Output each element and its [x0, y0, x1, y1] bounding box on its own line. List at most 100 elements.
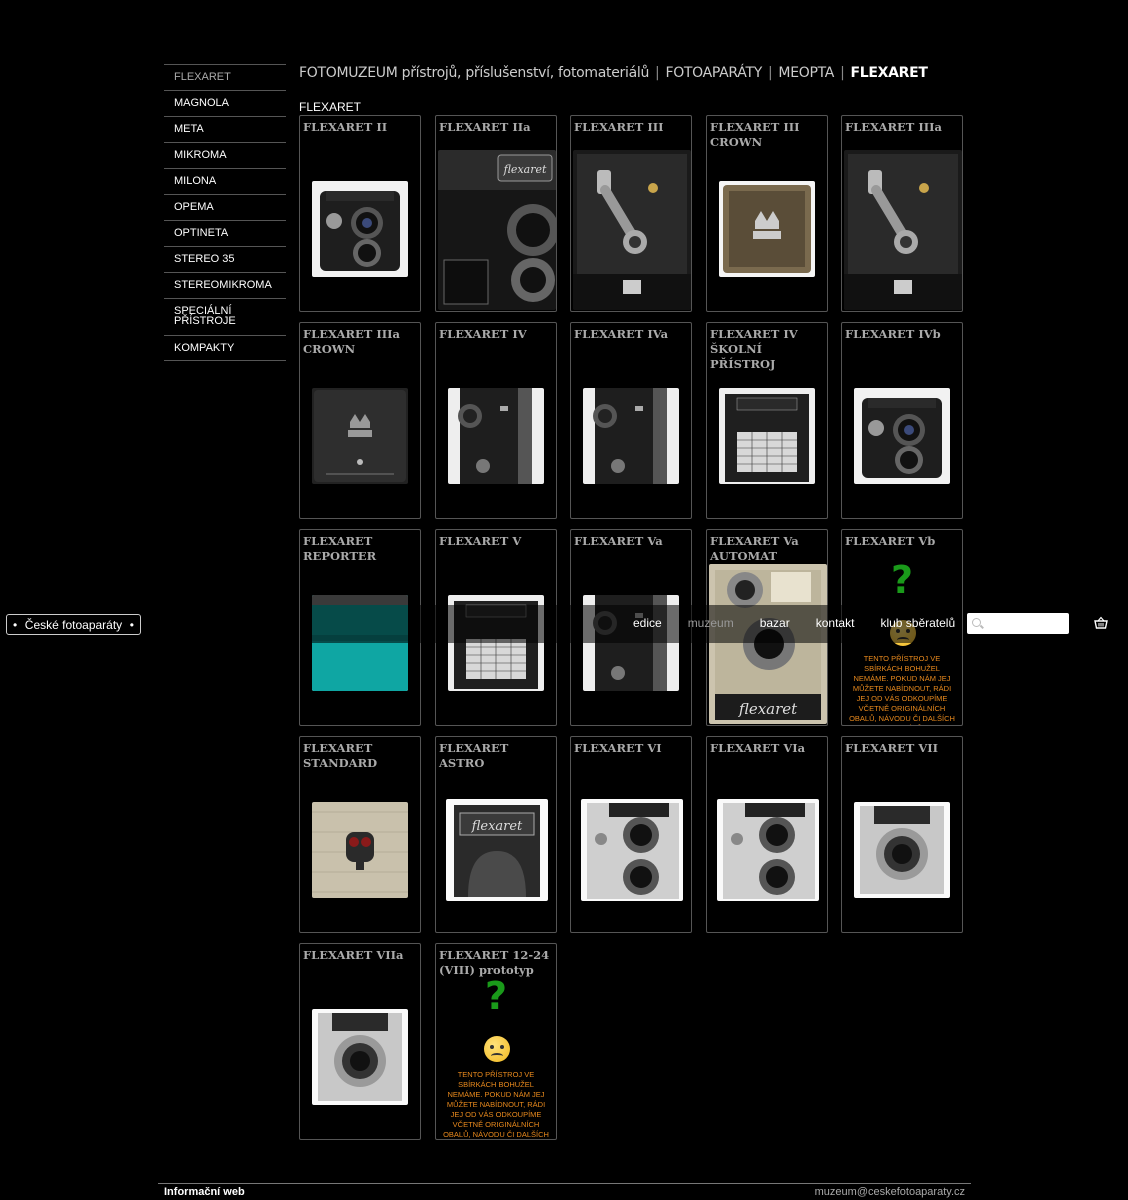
- breadcrumb: FOTOMUZEUM přístrojů, příslušenství, fot…: [299, 65, 928, 81]
- svg-text:flexaret: flexaret: [738, 700, 798, 718]
- sidebar-item-stereo35[interactable]: STEREO 35: [164, 246, 286, 272]
- camera-card-title: FLEXARET IVb: [845, 327, 941, 341]
- camera-card-title: FLEXARET Va: [574, 534, 663, 548]
- footer: Informační web muzeum@ceskefotoaparaty.c…: [158, 1183, 971, 1200]
- silver-lens-icon: [854, 802, 950, 898]
- svg-text:flexaret: flexaret: [471, 819, 523, 834]
- basket-icon[interactable]: [1094, 616, 1108, 630]
- crown-back-icon: [312, 388, 408, 484]
- camera-card[interactable]: FLEXARET IIIa CROWN: [299, 322, 421, 519]
- camera-card-title: FLEXARET III CROWN: [710, 120, 800, 149]
- camera-card[interactable]: FLEXARET VIa: [706, 736, 828, 933]
- question-mark-icon: ?: [890, 558, 914, 602]
- camera-card-title: FLEXARET REPORTER: [303, 534, 377, 563]
- side-knob-icon: [583, 388, 679, 484]
- crown-emblem-icon: [719, 181, 815, 277]
- side-knob-icon: [583, 595, 679, 691]
- breadcrumb-separator: |: [655, 65, 660, 81]
- camera-card[interactable]: FLEXARET V: [435, 529, 557, 726]
- breadcrumb-fotoaparaty[interactable]: FOTOAPARÁTY: [665, 65, 762, 81]
- camera-card-title: FLEXARET IIa: [439, 120, 531, 134]
- camera-card-title: FLEXARET VII: [845, 741, 939, 755]
- camera-card[interactable]: FLEXARET 12-24 (VIII) prototyp? TENTO PŘÍ…: [435, 943, 557, 1140]
- teal-box-icon: [312, 595, 408, 691]
- tlr-detail-icon: flexaret: [438, 150, 556, 310]
- camera-card[interactable]: FLEXARET STANDARD: [299, 736, 421, 933]
- bullet-icon: •: [13, 617, 18, 632]
- camera-card-title: FLEXARET VIIa: [303, 948, 404, 962]
- crank-side-icon: [844, 150, 962, 310]
- nav-link-klub-sberatelu[interactable]: klub sběratelů: [880, 616, 955, 630]
- camera-card[interactable]: FLEXARET III CROWN: [706, 115, 828, 312]
- breadcrumb-meopta[interactable]: MEOPTA: [778, 65, 834, 81]
- sidebar-item-specialni-pristroje[interactable]: SPECIÁLNÍ PŘÍSTROJE: [164, 298, 286, 335]
- camera-card[interactable]: FLEXARET IVb: [841, 322, 963, 519]
- camera-card[interactable]: FLEXARET IIIa: [841, 115, 963, 312]
- breadcrumb-root[interactable]: FOTOMUZEUM přístrojů, příslušenství, fot…: [299, 65, 649, 81]
- camera-card-title: FLEXARET STANDARD: [303, 741, 378, 770]
- side-knob-icon: [448, 388, 544, 484]
- camera-card[interactable]: FLEXARET IVa: [570, 322, 692, 519]
- crank-side-icon: [573, 150, 691, 310]
- sidebar-item-magnola[interactable]: MAGNOLA: [164, 90, 286, 116]
- camera-card-title: FLEXARET IV ŠKOLNÍ PŘÍSTROJ: [710, 327, 798, 371]
- camera-card-title: FLEXARET Va AUTOMAT: [710, 534, 799, 563]
- camera-card-title: FLEXARET IIIa CROWN: [303, 327, 400, 356]
- camera-card-title: FLEXARET IVa: [574, 327, 669, 341]
- camera-card[interactable]: FLEXARET IV ŠKOLNÍ PŘÍSTROJ: [706, 322, 828, 519]
- camera-card-title: FLEXARET Vb: [845, 534, 936, 548]
- camera-card[interactable]: FLEXARET IV: [435, 322, 557, 519]
- camera-card[interactable]: FLEXARET III: [570, 115, 692, 312]
- section-title: FLEXARET: [299, 100, 362, 114]
- sidebar-item-stereomikroma[interactable]: STEREOMIKROMA: [164, 272, 286, 298]
- question-mark-icon: ?: [484, 974, 508, 1018]
- nav-links: edice muzeum bazar kontakt klub sběratel…: [633, 616, 955, 630]
- sidebar-item-flexaret[interactable]: FLEXARET: [164, 64, 286, 90]
- silver-lens-icon: [312, 1009, 408, 1105]
- nav-link-bazar[interactable]: bazar: [760, 616, 790, 630]
- sidebar-item-meta[interactable]: META: [164, 116, 286, 142]
- sidebar-item-mikroma[interactable]: MIKROMA: [164, 142, 286, 168]
- search-input[interactable]: [985, 615, 1065, 632]
- sidebar-item-opema[interactable]: OPEMA: [164, 194, 286, 220]
- missing-notice: TENTO PŘÍSTROJ VE SBÍRKÁCH BOHUŽEL NEMÁM…: [849, 654, 955, 725]
- silver-tlr-icon: [581, 799, 683, 901]
- tlr-front-icon: [312, 181, 408, 277]
- camera-card-title: FLEXARET IV: [439, 327, 527, 341]
- camera-card-title: FLEXARET II: [303, 120, 388, 134]
- camera-card[interactable]: FLEXARET ASTRO flexaret: [435, 736, 557, 933]
- missing-notice: TENTO PŘÍSTROJ VE SBÍRKÁCH BOHUŽEL NEMÁM…: [443, 1070, 549, 1139]
- nav-link-edice[interactable]: edice: [633, 616, 662, 630]
- silver-plate-icon: [312, 802, 408, 898]
- hood-icon: flexaret: [446, 799, 548, 901]
- sidebar-item-optineta[interactable]: OPTINETA: [164, 220, 286, 246]
- svg-text:flexaret: flexaret: [503, 163, 547, 176]
- sidebar-item-kompakty[interactable]: KOMPAKTY: [164, 335, 286, 361]
- camera-card-title: FLEXARET III: [574, 120, 664, 134]
- breadcrumb-separator: |: [768, 65, 773, 81]
- brand-label: České fotoaparáty: [24, 617, 123, 632]
- camera-card-title: FLEXARET VIa: [710, 741, 806, 755]
- sidebar-item-milona[interactable]: MILONA: [164, 168, 286, 194]
- table-plate-icon: [448, 595, 544, 691]
- camera-card[interactable]: FLEXARET II: [299, 115, 421, 312]
- table-plate-icon: [719, 388, 815, 484]
- tlr-front-icon: [854, 388, 950, 484]
- search-icon: [972, 618, 981, 627]
- breadcrumb-current: FLEXARET: [850, 65, 928, 81]
- search-box: [967, 613, 1069, 634]
- camera-card[interactable]: FLEXARET REPORTER: [299, 529, 421, 726]
- camera-card[interactable]: FLEXARET IIa flexaret: [435, 115, 557, 312]
- silver-tlr-icon: [717, 799, 819, 901]
- breadcrumb-separator: |: [840, 65, 845, 81]
- nav-link-muzeum[interactable]: muzeum: [688, 616, 734, 630]
- brand-button[interactable]: • České fotoaparáty •: [6, 614, 141, 635]
- footer-email-link[interactable]: muzeum@ceskefotoaparaty.cz: [815, 1186, 965, 1198]
- sidebar: FLEXARET MAGNOLA META MIKROMA MILONA OPE…: [164, 64, 286, 361]
- nav-link-kontakt[interactable]: kontakt: [816, 616, 855, 630]
- camera-card[interactable]: FLEXARET VIIa: [299, 943, 421, 1140]
- camera-card[interactable]: FLEXARET VII: [841, 736, 963, 933]
- footer-info: Informační web: [164, 1186, 245, 1198]
- camera-card-title: FLEXARET IIIa: [845, 120, 942, 134]
- camera-card[interactable]: FLEXARET VI: [570, 736, 692, 933]
